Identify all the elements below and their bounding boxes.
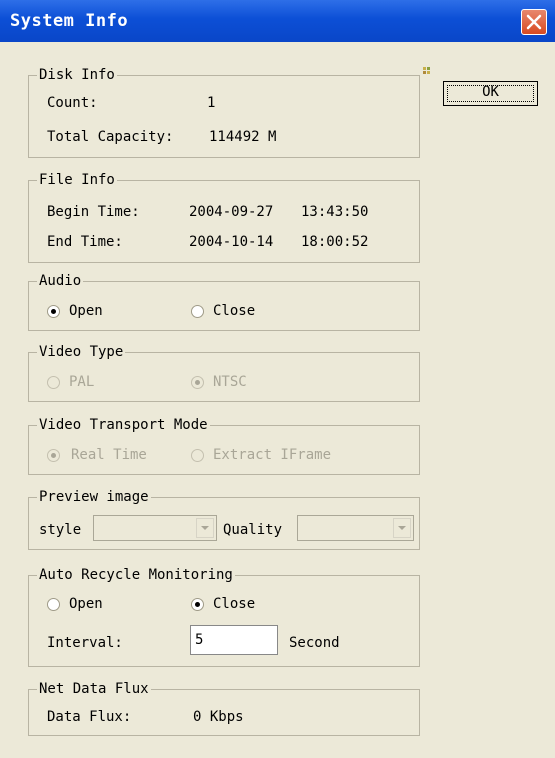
end-time-value: 18:00:52: [301, 234, 369, 250]
system-info-dialog: System Info Disk Info Count: 1 Total Cap…: [0, 0, 555, 758]
window-title: System Info: [10, 11, 129, 31]
transport-iframe-radio[interactable]: [191, 449, 204, 462]
audio-group: Audio Open Close: [28, 272, 420, 331]
audio-close-label[interactable]: Close: [213, 302, 255, 320]
recycle-open-radio[interactable]: [47, 598, 60, 611]
ok-button[interactable]: OK: [443, 81, 538, 106]
style-dropdown-button[interactable]: [196, 518, 214, 538]
audio-close-radio[interactable]: [191, 305, 204, 318]
transport-realtime-radio[interactable]: [47, 449, 60, 462]
style-combobox[interactable]: [93, 515, 217, 541]
net-flux-group: Net Data Flux Data Flux: 0 Kbps: [28, 680, 420, 736]
interval-input[interactable]: [190, 625, 278, 655]
data-flux-label: Data Flux:: [47, 709, 132, 725]
interval-unit: Second: [289, 635, 340, 651]
file-info-legend: File Info: [37, 171, 117, 189]
recycle-close-label[interactable]: Close: [213, 595, 255, 613]
audio-legend: Audio: [37, 272, 84, 290]
transport-realtime-label[interactable]: Real Time: [71, 446, 147, 464]
disk-info-group: Disk Info Count: 1 Total Capacity: 11449…: [28, 66, 420, 158]
video-type-pal-radio[interactable]: [47, 376, 60, 389]
video-type-ntsc-label[interactable]: NTSC: [213, 373, 247, 391]
close-x-icon: [526, 14, 542, 30]
begin-date-value: 2004-09-27: [189, 204, 274, 220]
net-flux-legend: Net Data Flux: [37, 680, 151, 698]
ok-marker-icon: [423, 67, 430, 74]
video-type-pal-label[interactable]: PAL: [69, 373, 94, 391]
chevron-down-icon: [398, 526, 406, 530]
begin-time-label: Begin Time:: [47, 204, 140, 220]
audio-open-label[interactable]: Open: [69, 302, 103, 320]
close-button[interactable]: [521, 9, 547, 35]
chevron-down-icon: [201, 526, 209, 530]
total-capacity-value: 114492 M: [209, 129, 277, 145]
total-capacity-label: Total Capacity:: [47, 129, 174, 145]
count-label: Count:: [47, 95, 98, 111]
video-type-ntsc-radio[interactable]: [191, 376, 204, 389]
interval-label: Interval:: [47, 635, 123, 651]
recycle-close-radio[interactable]: [191, 598, 204, 611]
style-label: style: [39, 522, 82, 538]
auto-recycle-legend: Auto Recycle Monitoring: [37, 566, 235, 584]
disk-info-legend: Disk Info: [37, 66, 117, 84]
video-type-legend: Video Type: [37, 343, 126, 361]
end-date-value: 2004-10-14: [189, 234, 274, 250]
file-info-group: File Info Begin Time: 2004-09-27 13:43:5…: [28, 171, 420, 263]
title-bar[interactable]: System Info: [0, 0, 555, 42]
preview-image-group: Preview image style Quality: [28, 488, 420, 550]
recycle-open-label[interactable]: Open: [69, 595, 103, 613]
transport-iframe-label[interactable]: Extract IFrame: [213, 446, 331, 464]
end-time-label: End Time:: [47, 234, 123, 250]
preview-image-legend: Preview image: [37, 488, 151, 506]
ok-button-label: OK: [482, 84, 499, 100]
data-flux-value: 0 Kbps: [193, 709, 244, 725]
transport-mode-group: Video Transport Mode Real Time Extract I…: [28, 416, 420, 475]
begin-time-value: 13:43:50: [301, 204, 369, 220]
quality-dropdown-button[interactable]: [393, 518, 411, 538]
count-value: 1: [207, 95, 216, 111]
audio-open-radio[interactable]: [47, 305, 60, 318]
quality-label: Quality: [223, 522, 283, 538]
video-type-group: Video Type PAL NTSC: [28, 343, 420, 402]
transport-mode-legend: Video Transport Mode: [37, 416, 210, 434]
quality-combobox[interactable]: [297, 515, 414, 541]
